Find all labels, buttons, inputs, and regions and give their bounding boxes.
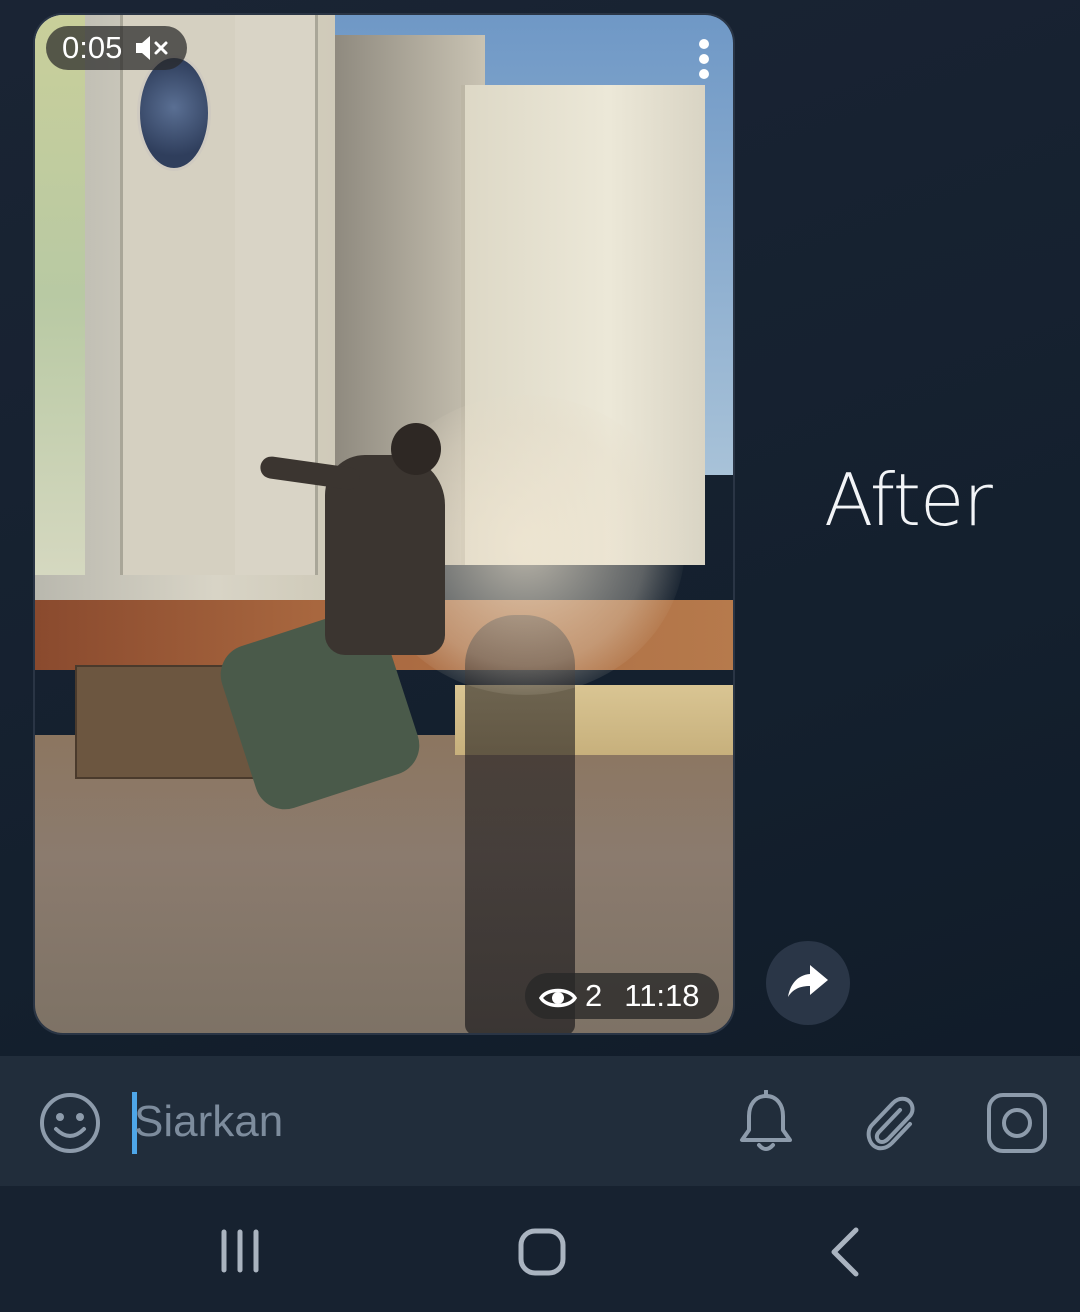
chat-area: 0:05 2 11:18 After xyxy=(0,0,1080,1056)
home-icon xyxy=(516,1228,568,1282)
video-duration-badge[interactable]: 0:05 xyxy=(46,26,187,70)
video-frame xyxy=(35,15,733,1033)
bell-icon xyxy=(735,1089,797,1160)
eye-icon xyxy=(538,983,578,1009)
message-time: 11:18 xyxy=(624,978,700,1013)
video-message[interactable] xyxy=(33,13,735,1035)
recents-icon xyxy=(214,1229,266,1278)
forward-button[interactable] xyxy=(766,941,850,1025)
message-text: After xyxy=(824,458,993,542)
recents-button[interactable] xyxy=(214,1228,266,1274)
back-button[interactable] xyxy=(824,1224,866,1280)
message-meta-badge: 2 11:18 xyxy=(525,973,719,1019)
camera-button[interactable] xyxy=(984,1090,1050,1156)
paperclip-icon xyxy=(860,1096,922,1160)
home-button[interactable] xyxy=(516,1226,568,1278)
share-forward-icon xyxy=(786,963,830,1004)
three-dots-vertical-icon[interactable] xyxy=(690,38,718,86)
silent-broadcast-button[interactable] xyxy=(735,1089,797,1156)
video-duration: 0:05 xyxy=(62,30,123,65)
instagram-camera-icon xyxy=(984,1093,1050,1160)
speaker-muted-icon[interactable] xyxy=(134,33,170,63)
message-input[interactable] xyxy=(134,1094,694,1150)
back-chevron-icon xyxy=(824,1227,866,1284)
smiley-icon xyxy=(38,1093,102,1159)
emoji-button[interactable] xyxy=(38,1091,102,1155)
view-count: 2 xyxy=(585,978,603,1013)
attach-button[interactable] xyxy=(860,1090,922,1156)
